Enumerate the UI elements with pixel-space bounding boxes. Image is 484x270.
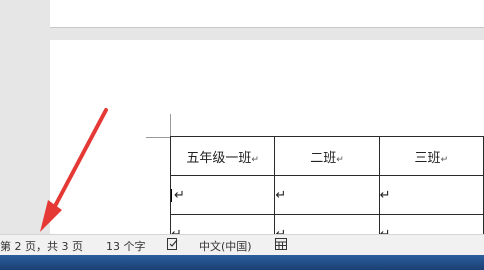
paragraph-mark: ↵	[379, 187, 391, 203]
paragraph-mark: ↵	[440, 154, 449, 165]
table-row: ↵ ↵ ↵	[169, 214, 484, 235]
cell-text: 三班	[414, 150, 441, 166]
table-cell[interactable]: 二班↵	[274, 136, 380, 176]
paragraph-mark: ↵	[336, 154, 344, 165]
status-bar: 第 2 页，共 3 页 13 个字 中文(中国)	[0, 234, 484, 255]
table-row: ↵ ↵ ↵	[169, 175, 484, 215]
table-row: 五年级一班↵ 二班↵ 三班↵	[169, 136, 484, 176]
paragraph-mark: ↵	[171, 226, 182, 235]
table-cell[interactable]: ↵	[169, 175, 276, 215]
table-cell[interactable]: 三班↵	[378, 136, 484, 176]
page-count-status[interactable]: 第 2 页，共 3 页	[0, 238, 83, 254]
paragraph-mark: ↵	[275, 187, 287, 203]
table-cell[interactable]: 五年级一班↵	[169, 136, 276, 176]
cell-text: 五年级一班	[186, 150, 252, 166]
table-cell[interactable]: ↵	[378, 214, 484, 235]
crop-mark-vertical	[170, 114, 171, 137]
table-cell[interactable]: ↵	[274, 175, 380, 215]
paragraph-mark: ↵	[174, 187, 185, 203]
word-count-status[interactable]: 13 个字	[106, 238, 146, 254]
crop-mark-horizontal	[146, 137, 170, 138]
left-gutter	[0, 0, 50, 234]
proofing-book-icon[interactable]	[166, 237, 180, 254]
language-status[interactable]: 中文(中国)	[199, 238, 252, 254]
table-cell[interactable]: ↵	[378, 175, 484, 215]
text-cursor	[171, 188, 172, 202]
table-cell[interactable]: ↵	[274, 214, 380, 235]
previous-page[interactable]	[50, 0, 484, 28]
layout-grid-icon[interactable]	[274, 237, 288, 254]
document-area[interactable]: 五年级一班↵ 二班↵ 三班↵ ↵ ↵ ↵ ↵ ↵ ↵	[0, 0, 484, 234]
paragraph-mark: ↵	[275, 226, 287, 235]
cell-text: 二班	[310, 150, 337, 166]
document-table[interactable]: 五年级一班↵ 二班↵ 三班↵ ↵ ↵ ↵ ↵ ↵ ↵	[169, 136, 484, 235]
table-cell[interactable]: ↵	[169, 214, 276, 235]
taskbar	[0, 255, 484, 270]
page-break-gap	[50, 28, 484, 40]
paragraph-mark: ↵	[251, 154, 259, 165]
paragraph-mark: ↵	[379, 226, 391, 235]
